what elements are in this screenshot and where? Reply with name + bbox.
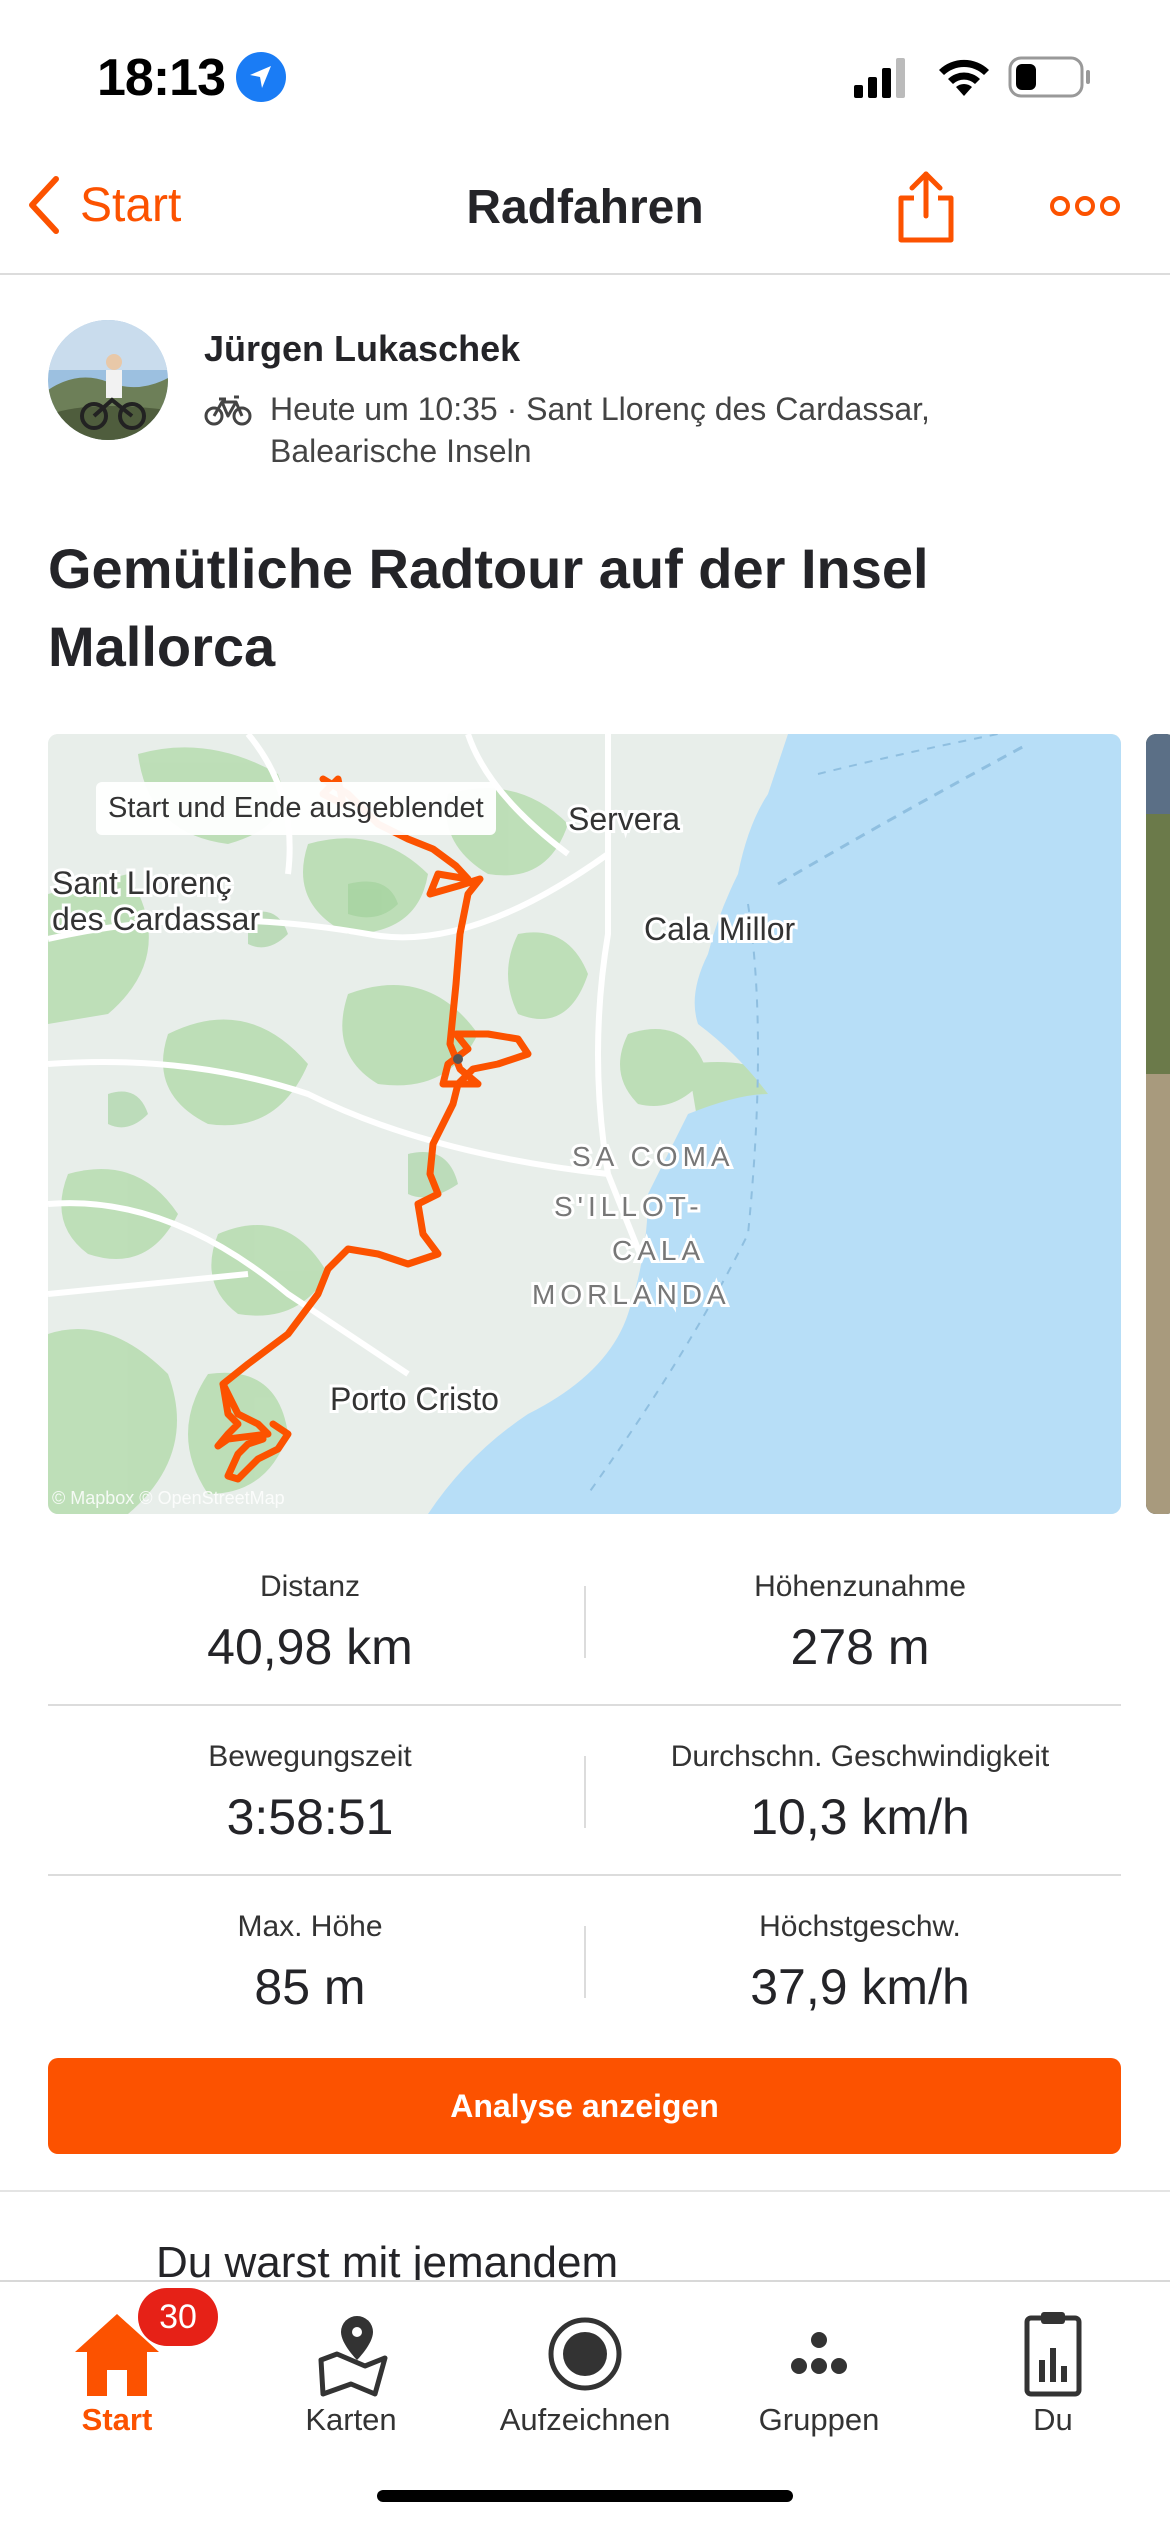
more-icon[interactable] [1048,194,1122,218]
stat-value-moving-time: 3:58:51 [226,1789,394,1845]
clipboard-chart-icon [1024,2312,1082,2397]
map-label-servera: Servera [568,801,680,837]
route-map[interactable]: Servera Sant Llorenç des Cardassar Cala … [48,734,1121,1514]
avatar-image [48,320,168,440]
map-canvas: Servera Sant Llorenç des Cardassar Cala … [48,734,1121,1514]
photo-thumbnail[interactable] [1146,734,1170,1514]
map-label-sa-coma: SA COMA [572,1141,735,1172]
tab-label-du: Du [1033,2402,1073,2437]
stat-value-max-elevation: 85 m [254,1959,366,2015]
tab-label-gruppen: Gruppen [758,2402,880,2437]
home-indicator[interactable] [377,2490,793,2502]
map-pin-icon [318,2316,388,2397]
activity-date-location: Heute um 10:35 · Sant Llorenç des Cardas… [270,391,930,469]
bike-icon [204,395,252,426]
nav-divider [0,273,1170,275]
stat-value-distance: 40,98 km [207,1619,413,1675]
map-badge: Start und Ende ausgeblendet [96,782,496,835]
activity-meta: Heute um 10:35 · Sant Llorenç des Cardas… [204,388,1004,472]
tab-du[interactable]: Du [936,2282,1170,2482]
tab-label-start: Start [81,2402,153,2437]
map-label-porto-cristo: Porto Cristo [330,1381,499,1417]
groups-icon [791,2332,847,2374]
stat-label-max-speed: Höchstgeschw. [759,1910,961,1943]
map-label-sant-llorenc-1: Sant Llorenç [52,865,232,901]
tab-aufzeichnen[interactable]: Aufzeichnen [468,2282,702,2482]
stat-label-max-elevation: Max. Höhe [237,1910,383,1943]
stat-divider [584,1926,586,1998]
tab-gruppen[interactable]: Gruppen [702,2282,936,2482]
stat-value-elevation-gain: 278 m [790,1619,930,1675]
stat-divider [584,1586,586,1658]
section-divider [0,2190,1170,2192]
location-arrow-icon [236,52,286,102]
map-label-sillot-2: CALA [612,1235,705,1266]
stats-row-divider [48,1704,1121,1706]
stat-label-elevation-gain: Höhenzunahme [754,1570,966,1603]
wifi-icon [939,59,989,96]
notification-badge: 30 [138,2288,218,2346]
activity-title: Gemütliche Radtour auf der Insel Mallorc… [48,537,929,678]
athlete-name[interactable]: Jürgen Lukaschek [204,328,520,370]
tab-label-karten: Karten [305,2402,397,2437]
battery-icon [1008,56,1090,98]
page-title: Radfahren [466,181,704,234]
stat-value-max-speed: 37,9 km/h [750,1959,970,2015]
stat-label-moving-time: Bewegungszeit [208,1740,412,1773]
tab-label-aufzeichnen: Aufzeichnen [499,2402,671,2437]
stat-label-avg-speed: Durchschn. Geschwindigkeit [670,1740,1050,1773]
stat-label-distance: Distanz [259,1570,361,1603]
map-label-sant-llorenc-2: des Cardassar [52,901,260,937]
map-label-sillot-1: S'ILLOT- [554,1191,704,1222]
cellular-signal-icon [854,58,905,98]
avatar[interactable] [48,320,168,440]
analyse-button[interactable]: Analyse anzeigen [48,2058,1121,2154]
stats-row-divider [48,1874,1121,1876]
tab-karten[interactable]: Karten [234,2282,468,2482]
record-icon [548,2317,622,2391]
stat-value-avg-speed: 10,3 km/h [750,1789,970,1845]
map-attribution: © Mapbox © OpenStreetMap [52,1488,285,1508]
map-label-cala-millor: Cala Millor [644,911,795,947]
status-time: 18:13 [97,49,226,107]
map-label-sillot-3: MORLANDA [532,1279,731,1310]
stat-divider [584,1756,586,1828]
share-icon[interactable] [896,168,956,244]
